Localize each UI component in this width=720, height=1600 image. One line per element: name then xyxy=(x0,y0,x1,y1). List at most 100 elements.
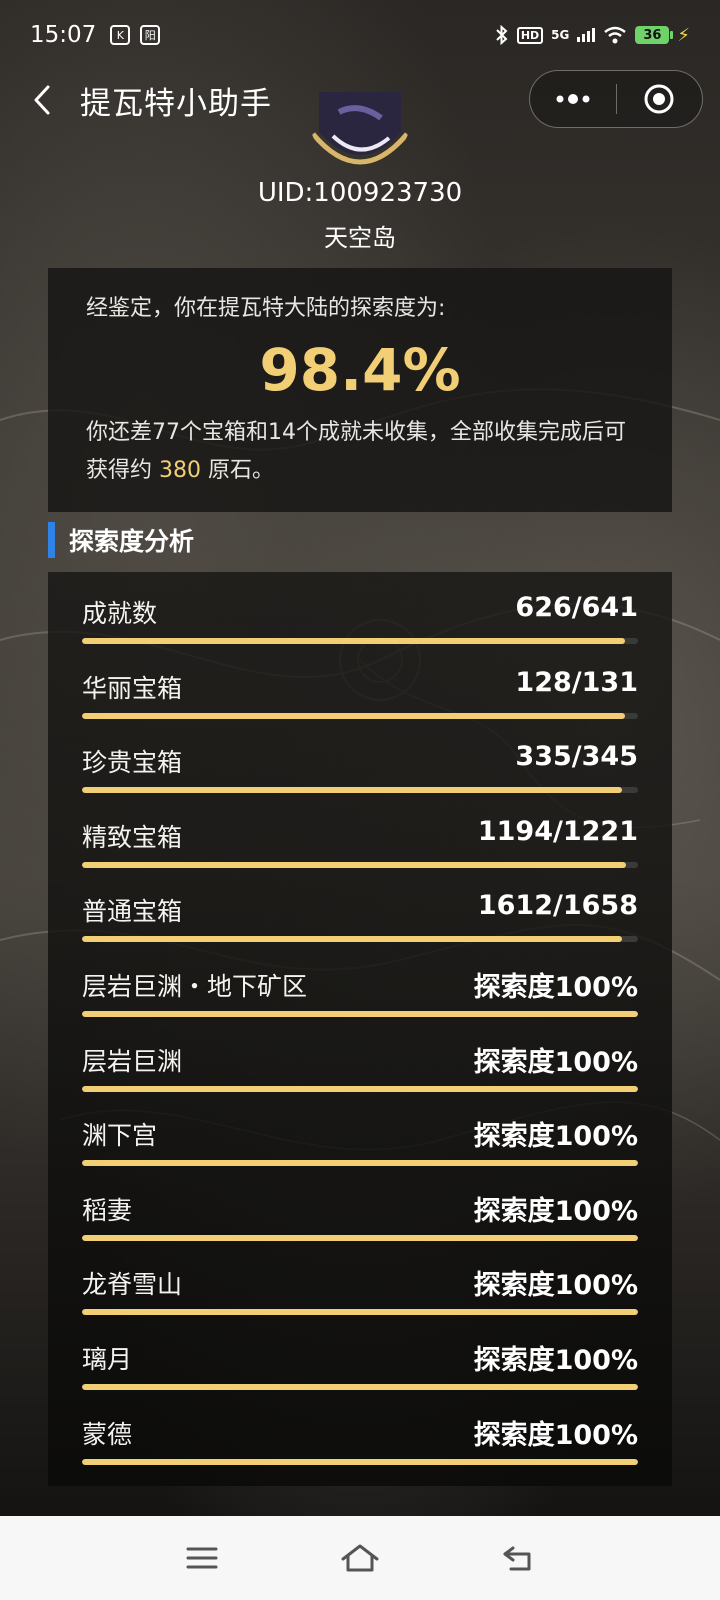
stat-progress-fill xyxy=(82,936,623,943)
system-nav-bar xyxy=(0,1516,720,1600)
close-miniprogram-button[interactable] xyxy=(617,70,703,128)
stat-progress-track xyxy=(82,1011,638,1017)
stat-progress-track xyxy=(82,638,638,644)
stat-value: 626/641 xyxy=(515,592,638,623)
chevron-left-icon xyxy=(34,85,50,115)
stat-progress-track xyxy=(82,861,638,868)
server-name: 天空岛 xyxy=(324,224,396,252)
charging-icon: ⚡ xyxy=(677,24,690,46)
stat-row: 稻妻 探索度100% xyxy=(82,1173,638,1249)
stat-row: 层岩巨渊 探索度100% xyxy=(82,1024,638,1100)
more-button[interactable] xyxy=(530,70,616,128)
stat-progress-fill xyxy=(82,861,626,868)
stat-progress-track xyxy=(82,936,638,943)
exploration-percent: 98.4% xyxy=(259,336,461,404)
stat-value: 128/131 xyxy=(515,666,638,698)
page-title: 提瓦特小助手 xyxy=(80,85,272,122)
notification-app-icon: K xyxy=(110,25,131,45)
stat-value: 探索度100% xyxy=(473,1419,638,1451)
stat-progress-track xyxy=(82,1458,638,1465)
stat-progress-fill xyxy=(82,1160,638,1167)
stat-progress-track xyxy=(82,1160,638,1167)
summary-description: 你还差77个宝箱和14个成就未收集，全部收集完成后可获得约 380 原石。 xyxy=(86,414,634,490)
status-bar: 15:07 K 阳 HD 5G 36 ⚡ xyxy=(0,0,720,70)
home-icon xyxy=(341,1544,379,1572)
screen: 15:07 K 阳 HD 5G 36 ⚡ 提瓦特小助手 UID:10092373… xyxy=(0,0,720,1600)
exploration-summary-card: 经鉴定，你在提瓦特大陆的探索度为: 98.4% 你还差77个宝箱和14个成就未收… xyxy=(48,268,672,512)
stat-progress-track xyxy=(82,1234,638,1241)
stat-row: 珍贵宝箱 335/345 xyxy=(82,725,638,801)
stat-label: 普通宝箱 xyxy=(82,897,183,927)
menu-button[interactable] xyxy=(123,1516,281,1600)
stat-label: 精致宝箱 xyxy=(82,822,183,852)
hd-badge: HD xyxy=(516,26,544,44)
more-dots-icon xyxy=(556,94,590,104)
stat-progress-fill xyxy=(82,1458,638,1465)
primogem-amount: 380 xyxy=(159,458,201,483)
battery-icon: 36 xyxy=(635,26,674,44)
stat-value: 探索度100% xyxy=(473,972,638,1003)
stat-progress-fill xyxy=(82,638,626,644)
stat-label: 层岩巨渊・地下矿区 xyxy=(82,972,308,1001)
stat-row: 层岩巨渊・地下矿区 探索度100% xyxy=(82,949,638,1025)
stat-label: 层岩巨渊 xyxy=(82,1046,183,1076)
stat-value: 1612/1658 xyxy=(477,890,638,922)
stat-progress-track xyxy=(82,712,638,719)
return-icon xyxy=(503,1546,531,1571)
stat-progress-fill xyxy=(82,1309,638,1316)
bluetooth-icon xyxy=(496,25,508,45)
stat-progress-fill xyxy=(82,1384,638,1390)
stat-label: 成就数 xyxy=(82,599,158,628)
status-time: 15:07 xyxy=(30,22,97,48)
stat-row: 蒙德 探索度100% xyxy=(82,1397,638,1473)
stat-progress-fill xyxy=(82,712,626,719)
section-accent-bar xyxy=(48,522,55,558)
stat-value: 探索度100% xyxy=(473,1195,638,1227)
exploration-stats-card: 成就数 626/641 华丽宝箱 128/131 珍贵宝箱 335/345 精致宝箱 1194… xyxy=(48,572,672,1486)
stat-value: 探索度100% xyxy=(473,1270,638,1302)
status-icons: HD 5G 36 ⚡ xyxy=(495,25,690,46)
notification-app-icon-2: 阳 xyxy=(140,25,161,45)
stat-label: 璃月 xyxy=(82,1345,133,1374)
back-nav-button[interactable] xyxy=(439,1516,597,1600)
stat-value: 探索度100% xyxy=(473,1046,638,1078)
stat-row: 渊下宫 探索度100% xyxy=(82,1098,638,1174)
home-button[interactable] xyxy=(281,1516,439,1600)
stat-row: 成就数 626/641 xyxy=(82,576,638,652)
menu-icon xyxy=(186,1547,218,1569)
stat-label: 渊下宫 xyxy=(82,1121,158,1151)
stat-progress-fill xyxy=(82,787,622,794)
stat-progress-track xyxy=(82,787,638,794)
stat-progress-fill xyxy=(82,1234,638,1241)
stat-row: 龙脊雪山 探索度100% xyxy=(82,1247,638,1323)
stat-value: 探索度100% xyxy=(473,1345,638,1376)
back-button[interactable] xyxy=(12,70,72,130)
section-title-text: 探索度分析 xyxy=(69,527,195,556)
stat-label: 华丽宝箱 xyxy=(82,673,183,703)
signal-icon xyxy=(577,28,596,42)
stat-progress-track xyxy=(82,1309,638,1316)
stat-row: 精致宝箱 1194/1221 xyxy=(82,800,638,876)
stat-value: 探索度100% xyxy=(473,1121,638,1153)
stat-progress-track xyxy=(82,1384,638,1390)
stat-value: 335/345 xyxy=(515,741,638,773)
stat-row: 华丽宝箱 128/131 xyxy=(82,651,638,727)
miniprogram-capsule xyxy=(529,70,703,128)
user-uid: UID:100923730 xyxy=(257,178,463,208)
stat-progress-track xyxy=(82,1085,638,1092)
summary-intro: 经鉴定，你在提瓦特大陆的探索度为: xyxy=(86,296,446,321)
stat-label: 珍贵宝箱 xyxy=(82,748,183,778)
stat-progress-fill xyxy=(82,1085,638,1092)
stat-label: 龙脊雪山 xyxy=(82,1270,183,1300)
summary-desc-suffix: 原石。 xyxy=(201,458,274,483)
network-type: 5G xyxy=(551,28,570,42)
stat-label: 蒙德 xyxy=(82,1419,133,1449)
stat-label: 稻妻 xyxy=(82,1195,133,1225)
wifi-icon xyxy=(604,26,627,44)
target-icon xyxy=(644,84,674,114)
stat-row: 璃月 探索度100% xyxy=(82,1322,638,1398)
section-title: 探索度分析 xyxy=(48,522,194,558)
stat-value: 1194/1221 xyxy=(477,815,638,847)
stat-row: 普通宝箱 1612/1658 xyxy=(82,874,638,950)
stat-progress-fill xyxy=(82,1011,638,1017)
